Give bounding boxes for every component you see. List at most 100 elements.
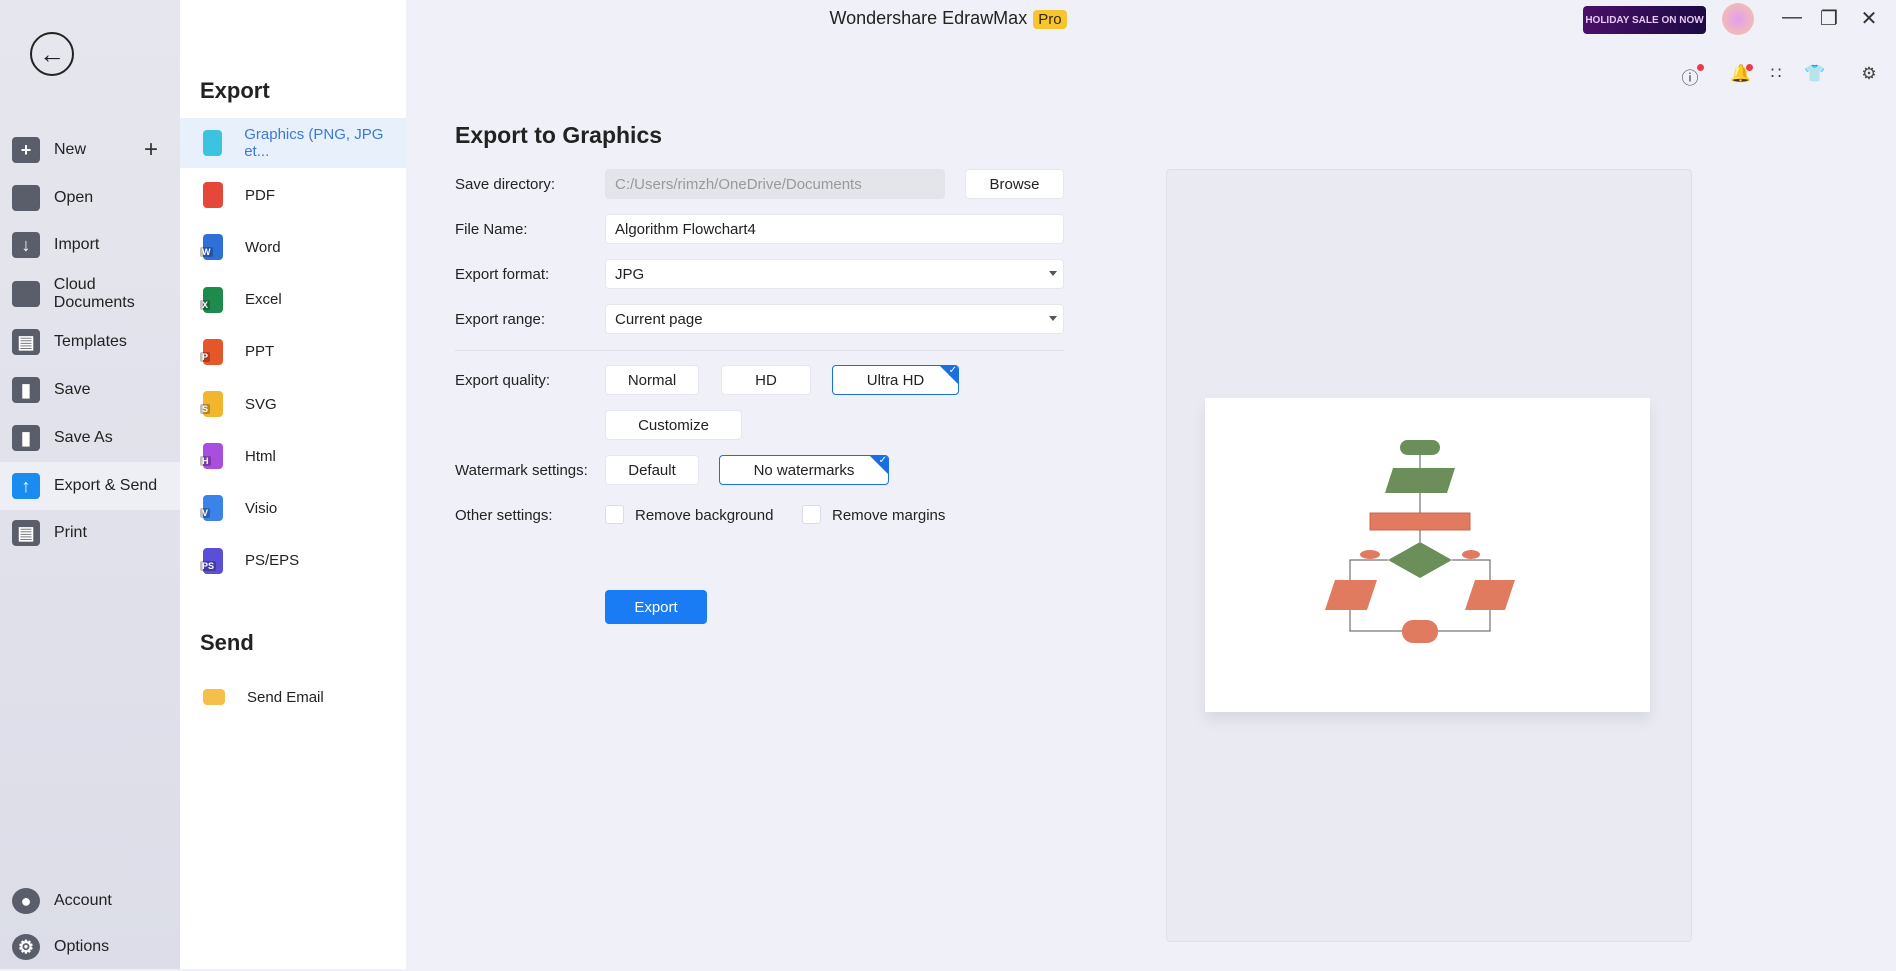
pdf-file-icon	[203, 182, 223, 209]
export-item-ppt[interactable]: P PPT	[180, 327, 406, 377]
send-email-item[interactable]: Send Email	[180, 672, 406, 722]
apps-icon[interactable]: ∷	[1764, 64, 1788, 84]
process-node	[1369, 512, 1471, 531]
app-name: Wondershare EdrawMax	[829, 8, 1028, 28]
sidebar-item-label: Import	[54, 236, 100, 253]
ps-eps-file-icon: PS	[200, 547, 223, 574]
sidebar-item-label: Account	[54, 892, 112, 909]
export-item-ps-eps[interactable]: PS PS/EPS	[180, 536, 406, 586]
shirt-icon[interactable]: 👕	[1803, 64, 1827, 84]
sidebar-item-cloud-documents[interactable]: Cloud Documents	[0, 270, 180, 318]
close-button[interactable]: ✕	[1855, 6, 1883, 31]
remove-margins-label: Remove margins	[832, 507, 946, 524]
decision-node	[1388, 542, 1452, 578]
settings-gear-icon[interactable]: ⚙	[1857, 64, 1881, 84]
export-item-graphics[interactable]: Graphics (PNG, JPG et...	[180, 118, 406, 168]
ppt-file-icon: P	[200, 338, 223, 365]
browse-button[interactable]: Browse	[965, 169, 1064, 199]
arrow-left-icon: ←	[39, 38, 65, 69]
sidebar-item-export-send[interactable]: ↑ Export & Send	[0, 462, 180, 510]
chevron-down-icon	[1049, 271, 1057, 276]
sidebar-item-new[interactable]: + New +	[0, 126, 180, 174]
export-range-select[interactable]: Current page	[605, 304, 1064, 334]
export-heading: Export	[200, 78, 270, 103]
sidebar-item-label: New	[54, 141, 87, 158]
sidebar-item-templates[interactable]: ▤ Templates	[0, 318, 180, 366]
save-directory-input[interactable]: C:/Users/rimzh/OneDrive/Documents	[605, 169, 945, 199]
pro-badge: Pro	[1033, 10, 1067, 29]
export-format-select[interactable]: JPG	[605, 259, 1064, 289]
export-item-label: Excel	[245, 291, 282, 309]
page-title: Export to Graphics	[455, 122, 663, 148]
import-icon: ↓	[12, 232, 40, 258]
cloud-icon	[12, 281, 40, 307]
file-name-label: File Name:	[455, 221, 528, 238]
account-icon: ●	[12, 888, 40, 914]
word-file-icon: W	[200, 234, 223, 261]
no-watermarks-label: No watermarks	[753, 461, 855, 479]
minimize-button[interactable]: —	[1778, 6, 1806, 29]
watermark-default-button[interactable]: Default	[605, 455, 699, 485]
customize-button[interactable]: Customize	[605, 410, 742, 440]
sidebar-item-options[interactable]: ⚙ Options	[0, 923, 180, 971]
output-pass-node	[1465, 580, 1515, 610]
export-item-label: Graphics (PNG, JPG et...	[244, 126, 384, 160]
save-as-icon: ▮	[12, 425, 40, 451]
sidebar-item-label: Save As	[54, 429, 113, 446]
print-icon: ▤	[12, 520, 40, 546]
templates-icon: ▤	[12, 329, 40, 355]
export-item-label: Word	[245, 238, 281, 256]
export-item-word[interactable]: W Word	[180, 222, 406, 272]
quality-ultra-hd-button[interactable]: Ultra HD ✓	[832, 365, 959, 395]
save-directory-label: Save directory:	[455, 176, 556, 193]
sidebar-item-open[interactable]: Open	[0, 174, 180, 222]
sidebar-item-label: Templates	[54, 333, 127, 350]
no-watermarks-button[interactable]: No watermarks ✓	[719, 455, 889, 485]
export-item-visio[interactable]: V Visio	[180, 483, 406, 533]
folder-icon	[12, 185, 40, 211]
other-settings-label: Other settings:	[455, 507, 553, 524]
check-icon: ✓	[878, 455, 887, 466]
holiday-sale-button[interactable]: HOLIDAY SALE ON NOW	[1583, 6, 1706, 34]
watermark-label: Watermark settings:	[455, 462, 588, 479]
sidebar-item-label: Print	[54, 524, 87, 541]
file-name-input[interactable]: Algorithm Flowchart4	[605, 214, 1064, 244]
export-icon: ↑	[12, 473, 40, 499]
sidebar-item-save[interactable]: ▮ Save	[0, 366, 180, 414]
remove-background-checkbox[interactable]	[605, 505, 624, 524]
export-item-svg[interactable]: S SVG	[180, 379, 406, 429]
sidebar-item-label: Cloud Documents	[53, 276, 135, 311]
quality-hd-button[interactable]: HD	[721, 365, 811, 395]
sidebar-item-label: Save	[54, 381, 91, 398]
export-quality-label: Export quality:	[455, 372, 551, 389]
send-email-label: Send Email	[247, 688, 324, 706]
plus-square-icon: +	[12, 137, 40, 163]
sidebar-item-account[interactable]: ● Account	[0, 877, 180, 925]
send-heading: Send	[200, 630, 254, 655]
sidebar-item-import[interactable]: ↓ Import	[0, 221, 180, 269]
help-icon[interactable]: ⓘ	[1678, 64, 1704, 89]
export-item-html[interactable]: H Html	[180, 431, 406, 481]
back-button[interactable]: ←	[30, 32, 74, 76]
sidebar-item-label: Export & Send	[54, 477, 158, 494]
sidebar-item-print[interactable]: ▤ Print	[0, 509, 180, 557]
bell-icon[interactable]: 🔔	[1729, 64, 1753, 84]
export-item-label: Visio	[245, 499, 278, 517]
export-item-label: SVG	[245, 395, 277, 413]
export-button[interactable]: Export	[605, 590, 707, 624]
excel-file-icon: X	[200, 286, 223, 313]
sidebar-item-label: Open	[54, 189, 94, 206]
restore-button[interactable]: ❐	[1815, 6, 1843, 31]
remove-margins-checkbox[interactable]	[802, 505, 821, 524]
graphics-file-icon	[203, 130, 223, 156]
export-range-label: Export range:	[455, 311, 546, 328]
export-item-pdf[interactable]: PDF	[180, 170, 406, 220]
add-icon[interactable]: +	[144, 136, 158, 164]
export-item-excel[interactable]: X Excel	[180, 275, 406, 325]
quality-normal-button[interactable]: Normal	[605, 365, 699, 395]
export-item-label: PS/EPS	[245, 552, 300, 570]
export-format-value: JPG	[615, 265, 645, 283]
avatar[interactable]	[1722, 3, 1754, 35]
sidebar-item-label: Options	[54, 938, 110, 955]
sidebar-item-save-as[interactable]: ▮ Save As	[0, 414, 180, 462]
